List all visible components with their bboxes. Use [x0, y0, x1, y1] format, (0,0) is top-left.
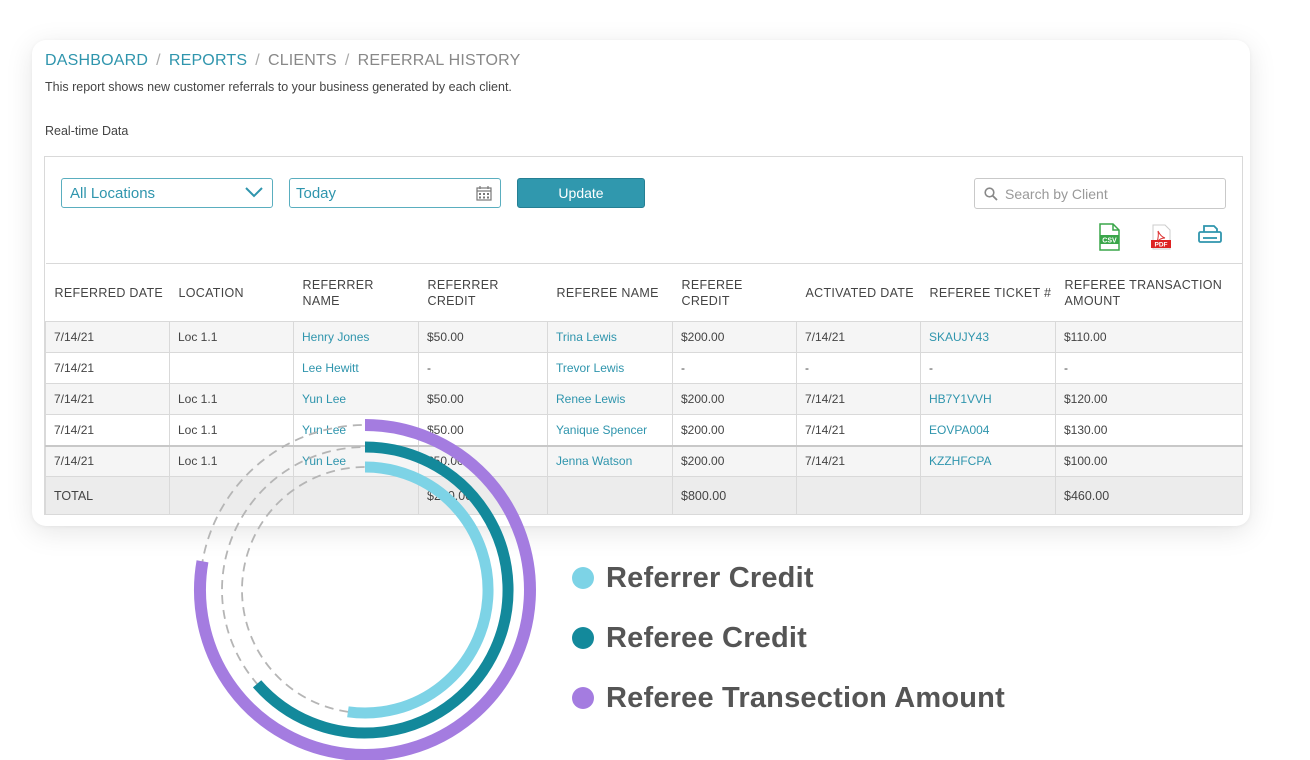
referrer-credit-cell: $50.00	[418, 383, 548, 415]
breadcrumb-dashboard[interactable]: DASHBOARD	[45, 52, 148, 69]
realtime-label: Real-time Data	[45, 124, 129, 138]
activated-date-cell: 7/14/21	[796, 414, 921, 447]
breadcrumb-separator: /	[344, 52, 350, 69]
total-cell	[796, 476, 921, 515]
referrer-name-link[interactable]: Lee Hewitt	[293, 352, 419, 384]
transaction-amount-cell: $130.00	[1055, 414, 1243, 447]
update-button[interactable]: Update	[517, 178, 645, 208]
calendar-icon	[476, 185, 492, 205]
location-cell: Loc 1.1	[169, 321, 294, 353]
transaction-amount-cell: $100.00	[1055, 445, 1243, 477]
breadcrumb-current: REFERRAL HISTORY	[357, 52, 521, 69]
legend-label: Referrer Credit	[606, 561, 814, 594]
referred-date-cell: 7/14/21	[45, 414, 170, 447]
referrer-name-link[interactable]: Henry Jones	[293, 321, 419, 353]
referee-credit-arc	[252, 441, 514, 739]
search-input[interactable]: Search by Client	[974, 178, 1226, 209]
svg-text:CSV: CSV	[1102, 238, 1117, 245]
breadcrumb-clients[interactable]: CLIENTS	[268, 52, 337, 69]
breadcrumb-reports[interactable]: REPORTS	[169, 52, 247, 69]
ticket-link[interactable]: HB7Y1VVH	[920, 383, 1056, 415]
activated-date-cell: -	[796, 352, 921, 384]
location-select[interactable]: All Locations	[61, 178, 273, 208]
total-referee-credit: $800.00	[672, 476, 797, 515]
column-header[interactable]: REFEREE TICKET #	[920, 263, 1056, 322]
export-toolbar: CSV PDF	[1097, 223, 1227, 253]
column-header[interactable]: REFERRER NAME	[293, 263, 419, 322]
column-header[interactable]: REFEREE TRANSACTION AMOUNT	[1055, 263, 1243, 322]
referrer-credit-arc	[347, 461, 494, 719]
activated-date-cell: 7/14/21	[796, 383, 921, 415]
legend-item-referrer-credit: Referrer Credit	[572, 548, 1005, 608]
referred-date-cell: 7/14/21	[45, 352, 170, 384]
svg-text:PDF: PDF	[1155, 242, 1168, 249]
csv-export-icon[interactable]: CSV	[1097, 223, 1121, 256]
table-row: 7/14/21 Lee Hewitt - Trevor Lewis - - - …	[45, 352, 1243, 384]
table-row: 7/14/21 Loc 1.1 Yun Lee $50.00 Renee Lew…	[45, 383, 1243, 415]
ticket-cell: -	[920, 352, 1056, 384]
column-header[interactable]: REFEREE NAME	[547, 263, 673, 322]
referee-credit-cell: $200.00	[672, 445, 797, 477]
referee-credit-cell: $200.00	[672, 321, 797, 353]
transaction-amount-cell: $110.00	[1055, 321, 1243, 353]
ticket-link[interactable]: SKAUJY43	[920, 321, 1056, 353]
legend-label: Referee Transection Amount	[606, 681, 1005, 714]
referee-credit-cell: $200.00	[672, 383, 797, 415]
page-description: This report shows new customer referrals…	[45, 80, 512, 94]
column-header[interactable]: ACTIVATED DATE	[796, 263, 921, 322]
date-picker-value: Today	[296, 185, 337, 202]
column-header[interactable]: REFERRED DATE	[45, 263, 170, 322]
referee-name-link[interactable]: Renee Lewis	[547, 383, 673, 415]
ticket-link[interactable]: EOVPA004	[920, 414, 1056, 447]
referrer-credit-cell: $50.00	[418, 321, 548, 353]
legend-item-referee-transaction-amount: Referee Transection Amount	[572, 668, 1005, 728]
referee-credit-cell: -	[672, 352, 797, 384]
ticket-link[interactable]: KZZHFCPA	[920, 445, 1056, 477]
referee-name-link[interactable]: Trevor Lewis	[547, 352, 673, 384]
location-cell	[169, 352, 294, 384]
column-header[interactable]: REFERRER CREDIT	[418, 263, 548, 322]
referee-name-link[interactable]: Jenna Watson	[547, 445, 673, 477]
activated-date-cell: 7/14/21	[796, 445, 921, 477]
legend-dot	[572, 627, 594, 649]
table-row: 7/14/21 Loc 1.1 Henry Jones $50.00 Trina…	[45, 321, 1243, 353]
legend-dot	[572, 567, 594, 589]
referee-transaction-amount-arc	[194, 419, 536, 760]
total-transaction-amount: $460.00	[1055, 476, 1243, 515]
breadcrumb-separator: /	[255, 52, 260, 69]
legend-label: Referee Credit	[606, 621, 808, 654]
breadcrumb: DASHBOARD / REPORTS / CLIENTS / REFERRAL HISTO…	[45, 52, 521, 70]
date-picker[interactable]: Today	[289, 178, 501, 208]
activated-date-cell: 7/14/21	[796, 321, 921, 353]
column-header[interactable]: LOCATION	[169, 263, 294, 322]
transaction-amount-cell: -	[1055, 352, 1243, 384]
total-label: TOTAL	[45, 476, 170, 515]
ring-chart	[194, 419, 536, 760]
breadcrumb-separator: /	[156, 52, 161, 69]
referrer-name-link[interactable]: Yun Lee	[293, 383, 419, 415]
legend-item-referee-credit: Referee Credit	[572, 608, 1005, 668]
column-header[interactable]: REFEREE CREDIT	[672, 263, 797, 322]
search-icon	[984, 187, 998, 204]
chart-legend: Referrer Credit Referee Credit Referee T…	[572, 548, 1005, 728]
search-placeholder: Search by Client	[1005, 186, 1108, 202]
referred-date-cell: 7/14/21	[45, 383, 170, 415]
chevron-down-icon	[244, 184, 264, 204]
referrer-credit-cell: -	[418, 352, 548, 384]
referred-date-cell: 7/14/21	[45, 321, 170, 353]
legend-dot	[572, 687, 594, 709]
pdf-export-icon[interactable]: PDF	[1149, 223, 1173, 256]
total-cell	[547, 476, 673, 515]
referred-date-cell: 7/14/21	[45, 445, 170, 477]
referee-credit-cell: $200.00	[672, 414, 797, 447]
table-header-row: REFERRED DATE LOCATION REFERRER NAME REF…	[45, 263, 1243, 322]
referee-name-link[interactable]: Trina Lewis	[547, 321, 673, 353]
location-cell: Loc 1.1	[169, 383, 294, 415]
transaction-amount-cell: $120.00	[1055, 383, 1243, 415]
total-cell	[920, 476, 1056, 515]
print-icon[interactable]	[1197, 223, 1223, 252]
referee-name-link[interactable]: Yanique Spencer	[547, 414, 673, 447]
location-select-value: All Locations	[70, 185, 156, 202]
